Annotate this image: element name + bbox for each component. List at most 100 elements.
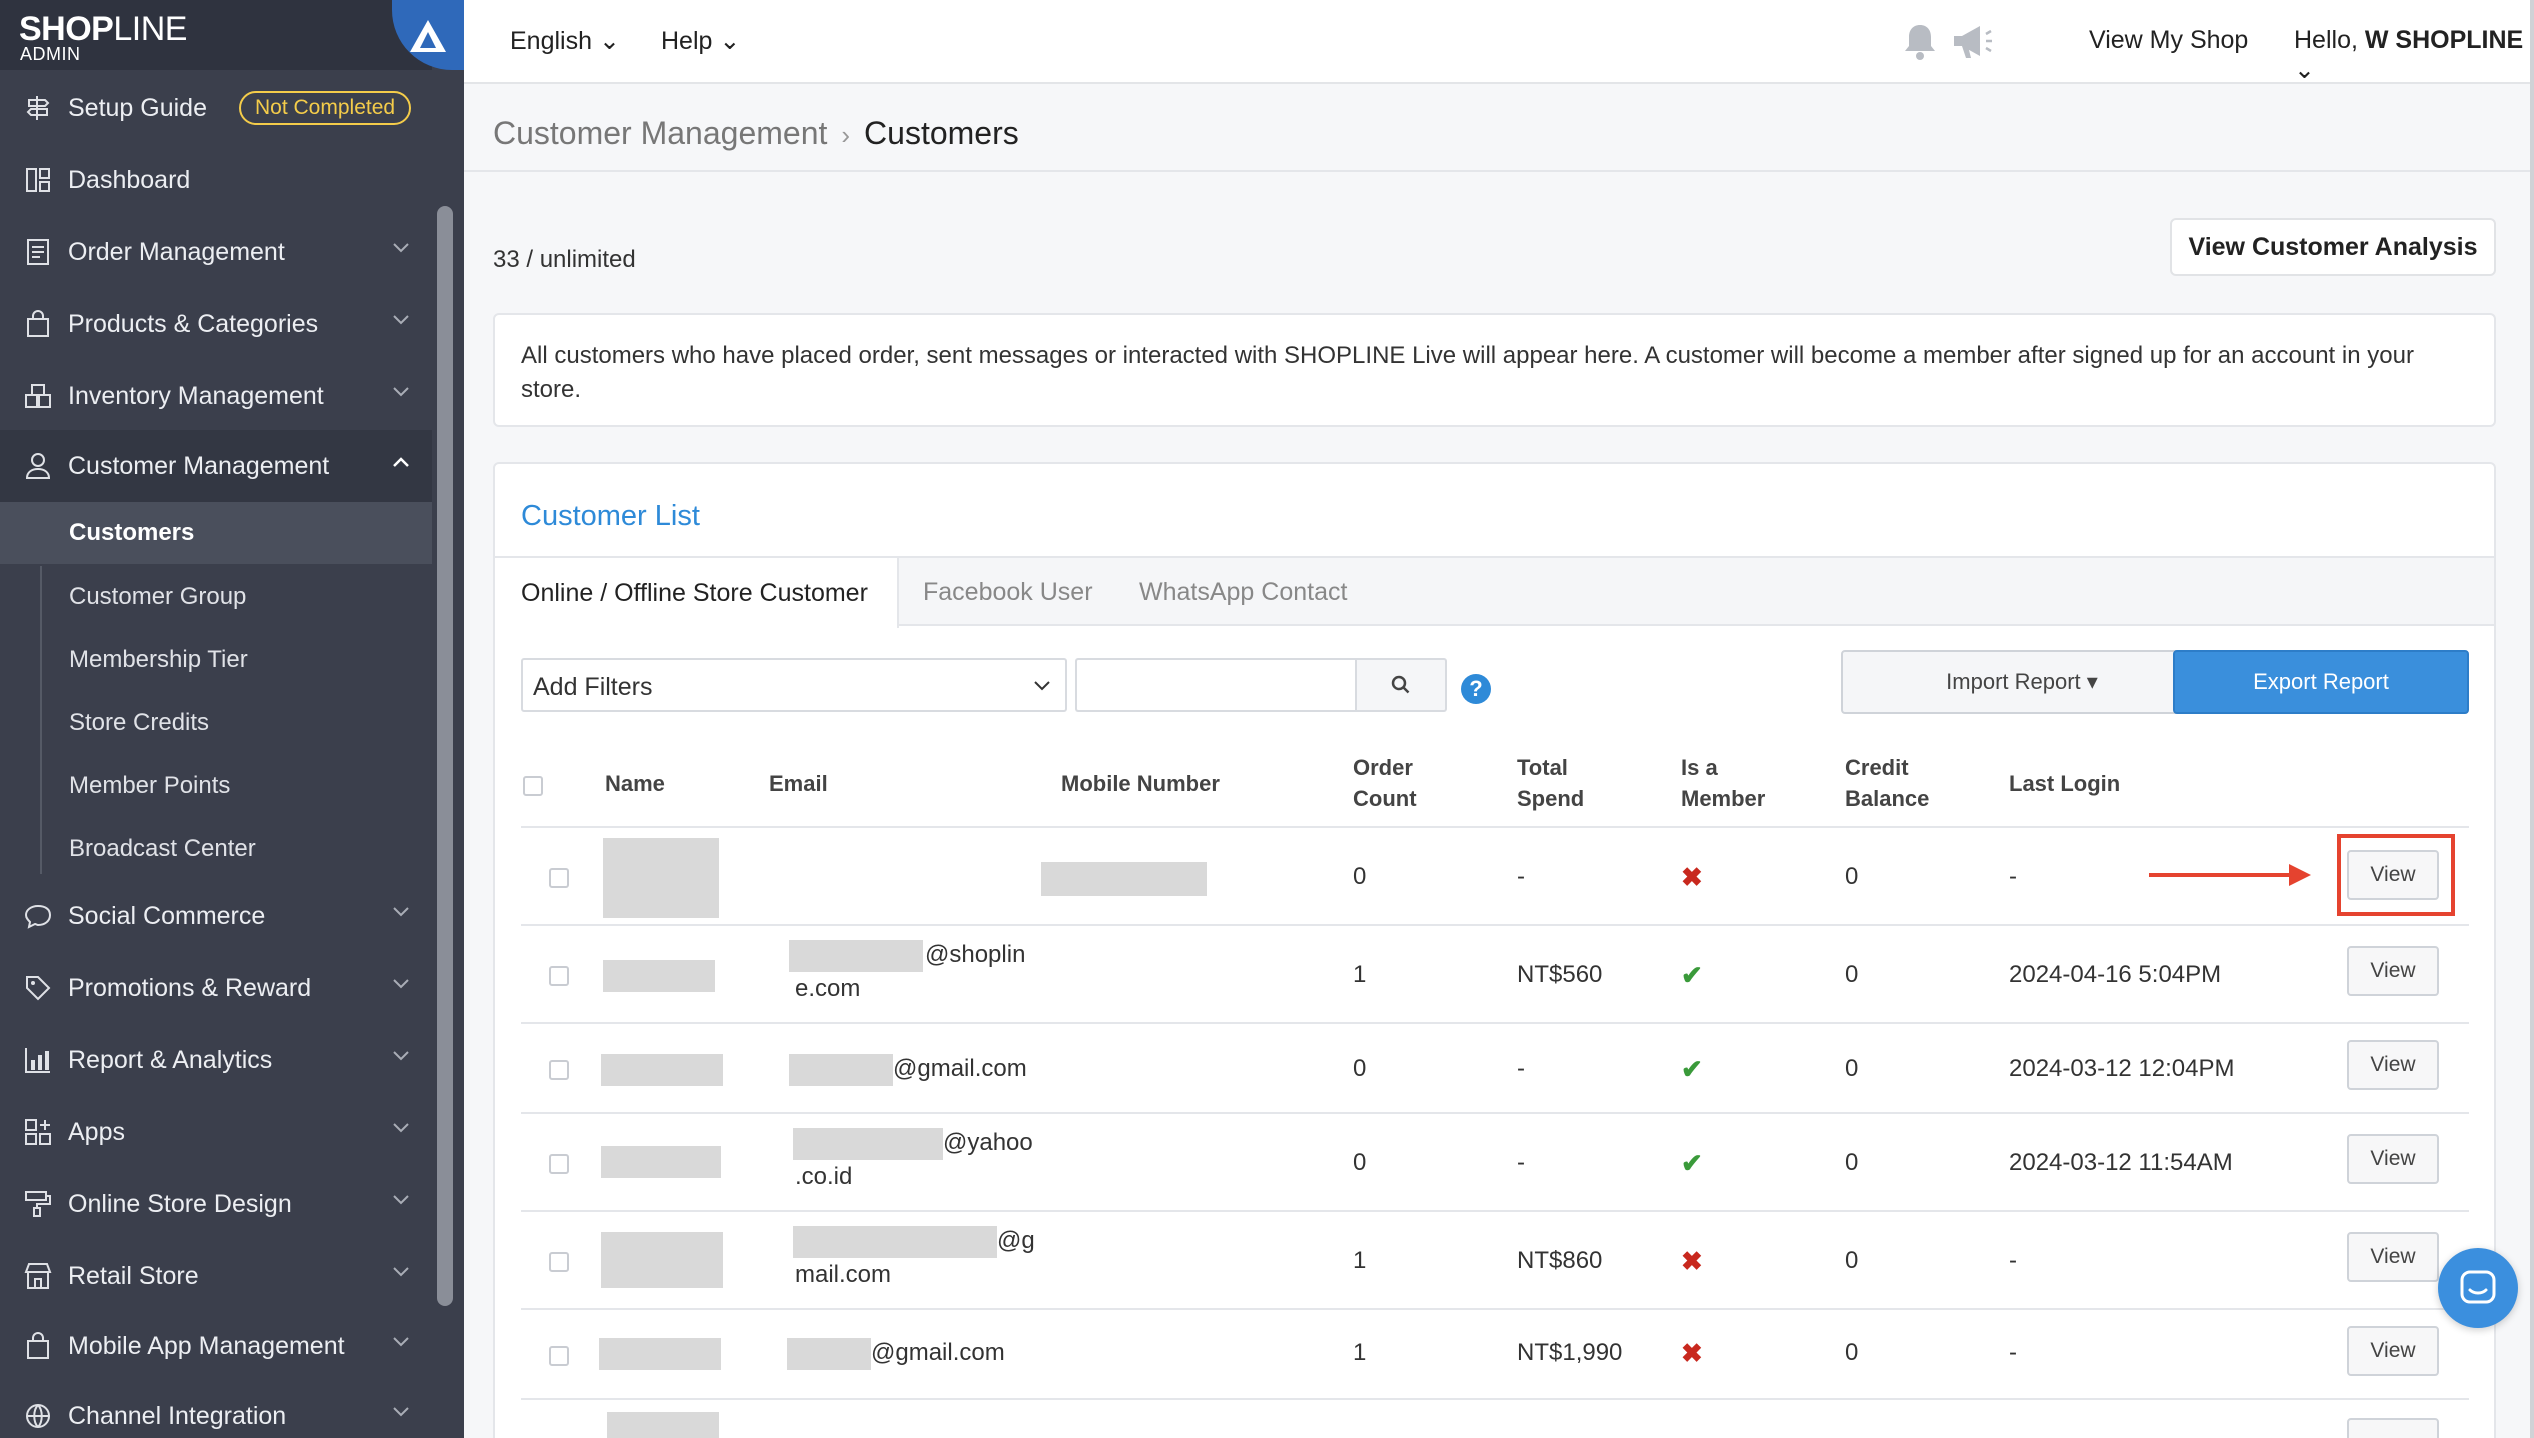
view-button[interactable]: View <box>2347 850 2439 900</box>
signpost-icon <box>22 92 54 124</box>
mobile-bag-icon <box>22 1330 54 1362</box>
megaphone-icon[interactable] <box>1950 22 1994 67</box>
search-button[interactable] <box>1355 658 1447 712</box>
table-row: @yahoo .co.id 0 - ✔ 0 2024-03-12 11:54AM… <box>521 1114 2469 1212</box>
chevron-down-icon <box>393 1051 409 1061</box>
col-name[interactable]: Name <box>605 768 665 799</box>
table-row: @gmail.com 0 - ✔ 0 2024-03-12 12:04PM Vi… <box>521 1024 2469 1114</box>
search-input[interactable] <box>1075 658 1357 712</box>
view-button[interactable]: View <box>2347 1134 2439 1184</box>
row-checkbox[interactable] <box>549 966 569 986</box>
col-total-spend[interactable]: Total Spend <box>1517 752 1584 814</box>
sidebar-item-channel-integration[interactable]: Channel Integration <box>0 1380 432 1438</box>
email-domain: @gmail.com <box>871 1339 1005 1366</box>
import-report-button[interactable]: Import Report ▾ <box>1841 650 2203 714</box>
sidebar-item-social-commerce[interactable]: Social Commerce <box>0 880 432 952</box>
sidebar-scrollbar[interactable] <box>437 206 453 1306</box>
credit-balance: 0 <box>1845 1149 1859 1176</box>
row-checkbox[interactable] <box>549 868 569 888</box>
submenu-membership-tier[interactable]: Membership Tier <box>0 629 432 691</box>
export-report-button[interactable]: Export Report <box>2173 650 2469 714</box>
help-menu[interactable]: Help ⌄ <box>661 26 740 56</box>
view-button[interactable]: View <box>2347 1232 2439 1282</box>
col-email[interactable]: Email <box>769 768 828 799</box>
submenu-store-credits[interactable]: Store Credits <box>0 692 432 754</box>
sidebar-item-promotions[interactable]: Promotions & Reward <box>0 952 432 1024</box>
credit-balance: 0 <box>1845 961 1859 988</box>
col-last-login[interactable]: Last Login <box>2009 768 2120 799</box>
view-my-shop-link[interactable]: View My Shop <box>2089 26 2248 55</box>
sidebar-item-products[interactable]: Products & Categories <box>0 288 432 360</box>
row-checkbox[interactable] <box>549 1252 569 1272</box>
col-order-count[interactable]: Order Count <box>1353 752 1417 814</box>
sidebar-item-label: Order Management <box>68 237 285 266</box>
sidebar-item-setup-guide[interactable]: Setup Guide Not Completed <box>0 72 432 144</box>
redacted-email <box>787 1338 871 1370</box>
live-chat-button[interactable] <box>2438 1248 2518 1328</box>
language-selector[interactable]: English ⌄ <box>510 26 620 56</box>
sidebar-item-online-store-design[interactable]: Online Store Design <box>0 1168 432 1240</box>
customer-count: 33 / unlimited <box>493 246 636 273</box>
submenu-broadcast-center[interactable]: Broadcast Center <box>0 818 432 880</box>
email-domain: @g <box>997 1227 1035 1254</box>
breadcrumb: Customer Management › Customers <box>493 115 1019 152</box>
chart-icon <box>22 1044 54 1076</box>
sidebar-item-inventory[interactable]: Inventory Management <box>0 360 432 432</box>
credit-balance: 0 <box>1845 863 1859 890</box>
submenu-member-points[interactable]: Member Points <box>0 755 432 817</box>
order-icon <box>22 236 54 268</box>
table-row: 0 - ✖ 0 - View <box>521 828 2469 926</box>
window-edge <box>2530 0 2534 1438</box>
sidebar-item-mobile-app[interactable]: Mobile App Management <box>0 1310 432 1382</box>
submenu-customer-group[interactable]: Customer Group <box>0 566 432 628</box>
submenu-customers[interactable]: Customers <box>0 502 432 564</box>
sidebar-item-report[interactable]: Report & Analytics <box>0 1024 432 1096</box>
sidebar-item-order-management[interactable]: Order Management <box>0 216 432 288</box>
globe-icon <box>22 1400 54 1432</box>
row-checkbox[interactable] <box>549 1154 569 1174</box>
sidebar-item-apps[interactable]: Apps <box>0 1096 432 1168</box>
sidebar-item-customer-management[interactable]: Customer Management <box>0 430 432 502</box>
last-login: - <box>2009 1339 2017 1366</box>
last-login: 2024-03-12 12:04PM <box>2009 1055 2235 1082</box>
tab-online-offline[interactable]: Online / Offline Store Customer <box>495 558 899 628</box>
total-spend: - <box>1517 1149 1525 1176</box>
sidebar-item-retail-store[interactable]: Retail Store <box>0 1240 432 1312</box>
mountain-logo-icon <box>410 20 446 52</box>
credit-balance: 0 <box>1845 1055 1859 1082</box>
view-button[interactable]: View <box>2347 1326 2439 1376</box>
email-domain: @shoplin <box>925 941 1026 968</box>
view-button[interactable]: View <box>2347 1040 2439 1090</box>
add-filters-select[interactable]: Add Filters <box>521 658 1067 712</box>
email-domain-cont: e.com <box>795 975 861 1002</box>
chevron-down-icon <box>393 1267 409 1277</box>
help-question-icon[interactable]: ? <box>1461 674 1491 704</box>
tab-facebook-user[interactable]: Facebook User <box>923 558 1093 626</box>
not-member-icon: ✖ <box>1681 1246 1703 1276</box>
sidebar-item-dashboard[interactable]: Dashboard <box>0 144 432 216</box>
customer-tabs: Online / Offline Store Customer Facebook… <box>495 556 2494 628</box>
row-checkbox[interactable] <box>549 1346 569 1366</box>
sidebar-item-label: Online Store Design <box>68 1189 292 1218</box>
bell-icon[interactable] <box>1902 22 1938 67</box>
breadcrumb-parent[interactable]: Customer Management <box>493 115 827 151</box>
sidebar: SHOPLINE ADMIN Setup Guide Not Completed… <box>0 0 432 1438</box>
last-login: 2024-03-12 11:54AM <box>2009 1149 2233 1176</box>
tab-whatsapp-contact[interactable]: WhatsApp Contact <box>1139 558 1347 626</box>
col-credit-balance[interactable]: Credit Balance <box>1845 752 1929 814</box>
col-mobile[interactable]: Mobile Number <box>1061 768 1220 799</box>
view-customer-analysis-button[interactable]: View Customer Analysis <box>2170 218 2496 276</box>
order-count: 0 <box>1353 863 1367 890</box>
chevron-up-icon <box>393 457 409 467</box>
select-all-checkbox[interactable] <box>523 776 543 796</box>
credit-balance: 0 <box>1845 1247 1859 1274</box>
user-menu[interactable]: Hello, W SHOPLINE ⌄ <box>2294 26 2534 85</box>
view-button[interactable]: View <box>2347 946 2439 996</box>
view-button[interactable] <box>2347 1418 2439 1438</box>
customer-submenu: Customers Customer Group Membership Tier… <box>0 502 432 880</box>
table-row: @shoplin e.com 1 NT$560 ✔ 0 2024-04-16 5… <box>521 926 2469 1024</box>
redacted-name <box>599 1338 721 1370</box>
col-is-member[interactable]: Is a Member <box>1681 752 1765 814</box>
caret-down-icon: ⌄ <box>598 27 620 55</box>
row-checkbox[interactable] <box>549 1060 569 1080</box>
